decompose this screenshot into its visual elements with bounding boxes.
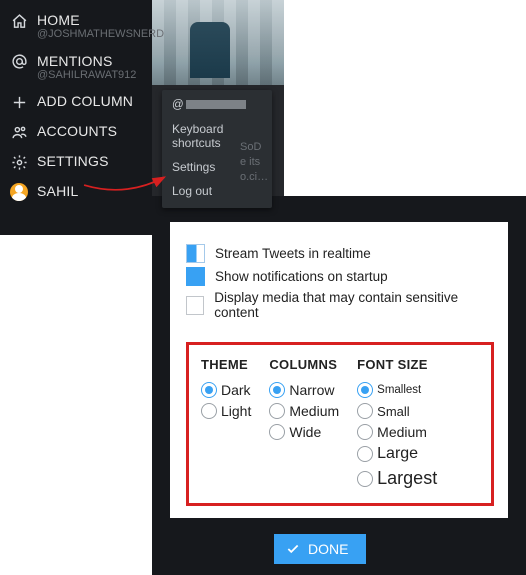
radio-fontsize-largest[interactable]: Largest bbox=[357, 468, 437, 489]
sidebar-item-label: ADD COLUMN bbox=[37, 93, 133, 109]
accounts-icon bbox=[10, 123, 28, 141]
settings-panel: Stream Tweets in realtime Show notificat… bbox=[170, 222, 508, 518]
radio-label: Dark bbox=[221, 382, 251, 398]
radio-fontsize-smallest[interactable]: Smallest bbox=[357, 382, 437, 398]
sidebar-item-label: ACCOUNTS bbox=[37, 123, 117, 139]
sidebar-item-sub: @JOSHMATHEWSNERD bbox=[37, 28, 164, 41]
plus-icon bbox=[10, 93, 28, 111]
checkbox-label: Show notifications on startup bbox=[215, 269, 388, 284]
frag-1: SoD bbox=[240, 140, 290, 155]
sidebar-item-settings[interactable]: SETTINGS bbox=[0, 147, 152, 177]
avatar-icon bbox=[10, 183, 28, 201]
radio-icon bbox=[201, 382, 217, 398]
radio-icon bbox=[357, 471, 373, 487]
frag-2: e its bbox=[240, 155, 290, 170]
radio-label: Large bbox=[377, 445, 418, 463]
radio-label: Small bbox=[377, 404, 410, 419]
radio-columns-medium[interactable]: Medium bbox=[269, 403, 339, 419]
done-button[interactable]: DONE bbox=[274, 534, 366, 564]
checkbox-icon bbox=[186, 267, 205, 286]
sidebar-item-label: SETTINGS bbox=[37, 153, 109, 169]
handle-mask bbox=[186, 100, 246, 109]
done-label: DONE bbox=[308, 541, 348, 557]
checkbox-sensitive-media[interactable]: Display media that may contain sensitive… bbox=[186, 290, 494, 320]
checkbox-label: Display media that may contain sensitive… bbox=[214, 290, 494, 320]
home-icon bbox=[10, 12, 28, 30]
group-columns: COLUMNS Narrow Medium Wide bbox=[269, 357, 339, 489]
checkbox-icon bbox=[186, 244, 205, 263]
checkbox-show-notifications[interactable]: Show notifications on startup bbox=[186, 267, 494, 286]
radio-fontsize-medium[interactable]: Medium bbox=[357, 424, 437, 440]
handle-at: @ bbox=[172, 99, 184, 111]
frag-3: o.ci… bbox=[240, 170, 290, 185]
group-header: FONT SIZE bbox=[357, 357, 437, 372]
radio-label: Light bbox=[221, 403, 251, 419]
radio-label: Medium bbox=[377, 424, 427, 440]
radio-icon bbox=[357, 424, 373, 440]
sidebar-item-label: HOME bbox=[37, 12, 164, 28]
highlight-box: THEME Dark Light COLUMNS Narrow Medium W… bbox=[186, 342, 494, 506]
sidebar-item-sub: @SAHILRAWAT912 bbox=[37, 69, 136, 82]
radio-icon bbox=[201, 403, 217, 419]
checkbox-icon bbox=[186, 296, 204, 315]
radio-label: Wide bbox=[289, 424, 321, 440]
account-menu-handle: @ bbox=[162, 95, 272, 117]
radio-icon bbox=[269, 424, 285, 440]
radio-icon bbox=[357, 382, 373, 398]
sidebar-item-label: MENTIONS bbox=[37, 53, 136, 69]
group-font-size: FONT SIZE Smallest Small Medium Large La… bbox=[357, 357, 437, 489]
radio-columns-narrow[interactable]: Narrow bbox=[269, 382, 339, 398]
checkbox-stream-realtime[interactable]: Stream Tweets in realtime bbox=[186, 244, 494, 263]
radio-columns-wide[interactable]: Wide bbox=[269, 424, 339, 440]
radio-label: Largest bbox=[377, 468, 437, 489]
group-theme: THEME Dark Light bbox=[201, 357, 251, 489]
group-header: THEME bbox=[201, 357, 251, 372]
radio-label: Narrow bbox=[289, 382, 334, 398]
radio-icon bbox=[269, 382, 285, 398]
tweet-text-fragment: SoD e its o.ci… bbox=[240, 140, 290, 185]
group-header: COLUMNS bbox=[269, 357, 339, 372]
checkbox-label: Stream Tweets in realtime bbox=[215, 246, 371, 261]
sidebar-item-home[interactable]: HOME @JOSHMATHEWSNERD bbox=[0, 6, 152, 47]
sidebar-item-label: SAHIL bbox=[37, 183, 78, 199]
mention-icon bbox=[10, 53, 28, 71]
radio-icon bbox=[357, 403, 373, 419]
sidebar-item-accounts[interactable]: ACCOUNTS bbox=[0, 117, 152, 147]
column-thumbnail bbox=[152, 0, 284, 85]
check-icon bbox=[286, 542, 300, 556]
sidebar-item-mentions[interactable]: MENTIONS @SAHILRAWAT912 bbox=[0, 47, 152, 88]
radio-fontsize-small[interactable]: Small bbox=[357, 403, 437, 419]
gear-icon bbox=[10, 153, 28, 171]
radio-label: Smallest bbox=[377, 384, 421, 396]
radio-icon bbox=[357, 446, 373, 462]
radio-label: Medium bbox=[289, 403, 339, 419]
sidebar-item-add-column[interactable]: ADD COLUMN bbox=[0, 87, 152, 117]
sidebar: HOME @JOSHMATHEWSNERD MENTIONS @SAHILRAW… bbox=[0, 0, 152, 235]
radio-icon bbox=[269, 403, 285, 419]
sidebar-item-user[interactable]: SAHIL bbox=[0, 177, 152, 207]
radio-fontsize-large[interactable]: Large bbox=[357, 445, 437, 463]
radio-theme-light[interactable]: Light bbox=[201, 403, 251, 419]
radio-theme-dark[interactable]: Dark bbox=[201, 382, 251, 398]
